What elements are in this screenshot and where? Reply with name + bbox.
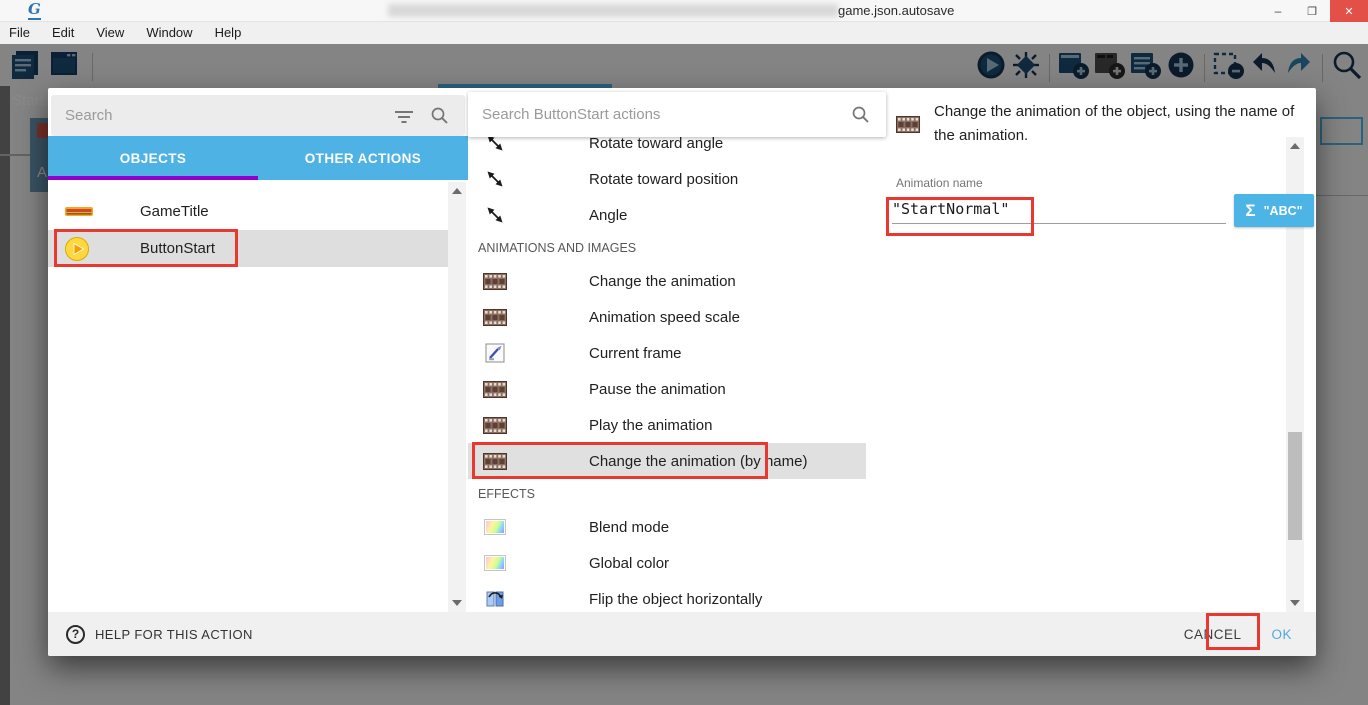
window-title: game.json.autosave — [838, 3, 954, 18]
action-row[interactable]: Rotate toward position — [468, 161, 866, 197]
flip-horizontal-icon — [483, 589, 507, 609]
action-group-header: EFFECTS — [468, 479, 866, 509]
field-label: Animation name — [896, 176, 983, 190]
scroll-down-arrow[interactable] — [452, 600, 462, 606]
minimize-button[interactable]: – — [1262, 0, 1294, 22]
selector-tabs: OBJECTS OTHER ACTIONS — [48, 136, 468, 180]
description-text: Change the animation of the object, usin… — [934, 100, 1314, 148]
rotate-arrow-icon — [483, 168, 507, 190]
filter-icon[interactable] — [394, 108, 414, 124]
film-strip-icon — [896, 116, 920, 148]
action-row[interactable]: Global color — [468, 545, 866, 581]
search-icon[interactable] — [851, 105, 870, 124]
object-name: ButtonStart — [140, 240, 215, 257]
expression-editor-button[interactable]: Σ "ABC" — [1234, 194, 1314, 227]
blend-mode-icon — [483, 519, 507, 535]
title-bar: G game.json.autosave – ❐ ✕ — [0, 0, 1368, 22]
cancel-button[interactable]: CANCEL — [1184, 627, 1242, 642]
object-name: GameTitle — [140, 203, 209, 220]
film-strip-icon — [483, 273, 507, 290]
object-selector-panel: OBJECTS OTHER ACTIONS GameTitle ButtonSt… — [48, 88, 468, 612]
action-row[interactable]: Play the animation — [468, 407, 866, 443]
object-list: GameTitle ButtonStart — [48, 193, 448, 267]
action-row[interactable]: Animation speed scale — [468, 299, 866, 335]
menu-bar: File Edit View Window Help — [0, 22, 1368, 44]
object-row-gametitle[interactable]: GameTitle — [48, 193, 448, 230]
close-button[interactable]: ✕ — [1330, 0, 1368, 22]
film-strip-icon — [483, 309, 507, 326]
menu-help[interactable]: Help — [204, 22, 253, 44]
action-list: Rotate toward angle Rotate toward positi… — [468, 88, 866, 612]
action-label: Current frame — [589, 345, 682, 362]
action-row[interactable]: Pause the animation — [468, 371, 866, 407]
action-label: Angle — [589, 207, 627, 224]
action-label: Animation speed scale — [589, 309, 740, 326]
restore-button[interactable]: ❐ — [1296, 0, 1328, 22]
tab-objects[interactable]: OBJECTS — [48, 136, 258, 180]
search-icon[interactable] — [430, 106, 449, 125]
object-row-buttonstart[interactable]: ButtonStart — [48, 230, 448, 267]
help-label: HELP FOR THIS ACTION — [95, 627, 253, 642]
ok-button[interactable]: OK — [1271, 627, 1292, 642]
scroll-up-arrow[interactable] — [452, 188, 462, 194]
menu-edit[interactable]: Edit — [41, 22, 85, 44]
action-label: Change the animation (by name) — [589, 453, 807, 470]
animation-name-input[interactable] — [892, 194, 1226, 224]
action-label: Pause the animation — [589, 381, 726, 398]
play-button-thumbnail-icon — [64, 236, 96, 262]
object-search-input[interactable] — [51, 107, 394, 124]
action-label: Play the animation — [589, 417, 712, 434]
action-row[interactable]: Flip the object horizontally — [468, 581, 866, 612]
action-label: Blend mode — [589, 519, 669, 536]
action-label: Global color — [589, 555, 669, 572]
action-label: Flip the object horizontally — [589, 591, 762, 608]
action-label: Change the animation — [589, 273, 736, 290]
help-button[interactable]: ? HELP FOR THIS ACTION — [66, 625, 253, 644]
action-chooser-panel: Rotate toward angle Rotate toward positi… — [468, 88, 886, 612]
object-list-scrollbar[interactable] — [448, 182, 466, 612]
redacted-path-text — [388, 4, 838, 17]
action-search-box — [468, 92, 886, 137]
action-label: Rotate toward position — [589, 171, 738, 188]
action-row-selected[interactable]: Change the animation (by name) — [468, 443, 866, 479]
film-strip-icon — [483, 381, 507, 398]
action-search-input[interactable] — [468, 106, 851, 123]
sigma-icon: Σ — [1245, 201, 1255, 221]
tab-other-actions[interactable]: OTHER ACTIONS — [258, 136, 468, 180]
action-row[interactable]: Current frame — [468, 335, 866, 371]
action-row[interactable]: Blend mode — [468, 509, 866, 545]
object-search-box — [51, 95, 465, 136]
tab-objects-label: OBJECTS — [120, 151, 187, 166]
action-label: Rotate toward angle — [589, 135, 723, 152]
gdevelop-logo-icon: G — [28, 1, 41, 20]
action-row[interactable]: Change the animation — [468, 263, 866, 299]
tab-other-actions-label: OTHER ACTIONS — [305, 151, 421, 166]
rotate-arrow-icon — [483, 204, 507, 226]
film-strip-icon — [483, 417, 507, 434]
help-icon: ? — [66, 625, 85, 644]
current-frame-icon — [483, 343, 507, 363]
menu-window[interactable]: Window — [135, 22, 203, 44]
gametitle-thumbnail-icon — [64, 205, 96, 218]
action-editor-dialog: OBJECTS OTHER ACTIONS GameTitle ButtonSt… — [48, 88, 1316, 656]
global-color-icon — [483, 555, 507, 571]
menu-view[interactable]: View — [85, 22, 135, 44]
action-row[interactable]: Angle — [468, 197, 866, 233]
action-group-header: ANIMATIONS AND IMAGES — [468, 233, 866, 263]
active-tab-underline — [48, 176, 258, 180]
expression-button-label: "ABC" — [1264, 204, 1303, 218]
dialog-footer: ? HELP FOR THIS ACTION CANCEL OK — [48, 612, 1316, 656]
action-description: Change the animation of the object, usin… — [896, 100, 1314, 148]
menu-file[interactable]: File — [0, 22, 41, 44]
film-strip-icon — [483, 453, 507, 470]
action-parameters-panel: Change the animation of the object, usin… — [886, 88, 1316, 612]
